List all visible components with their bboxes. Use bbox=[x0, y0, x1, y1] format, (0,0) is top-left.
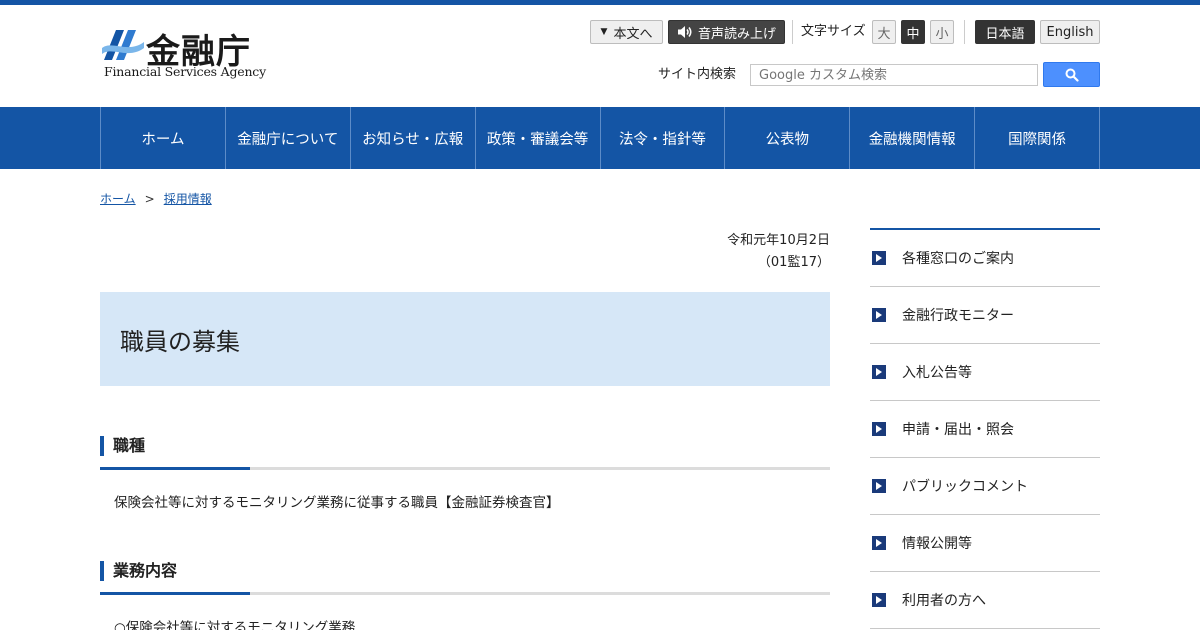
sidebar-item-contact[interactable]: 各種窓口のご案内 bbox=[870, 230, 1100, 287]
nav-item-policy[interactable]: 政策・審議会等 bbox=[476, 107, 601, 169]
search-button[interactable] bbox=[1043, 62, 1100, 87]
font-size-large-button[interactable]: 大 bbox=[872, 20, 896, 44]
section-heading: 業務内容 bbox=[100, 561, 830, 595]
arrow-right-icon bbox=[872, 479, 886, 493]
section-body-text: 保険会社等に対するモニタリング業務に従事する職員【金融証券検査官】 bbox=[114, 495, 560, 511]
sidebar-item-monitor[interactable]: 金融行政モニター bbox=[870, 287, 1100, 344]
nav-item-about[interactable]: 金融庁について bbox=[226, 107, 351, 169]
logo-english-text: Financial Services Agency bbox=[104, 64, 266, 79]
divider bbox=[964, 20, 965, 44]
language-english-button[interactable]: English bbox=[1040, 20, 1100, 44]
arrow-right-icon bbox=[872, 365, 886, 379]
voice-reading-button[interactable]: 音声読み上げ bbox=[668, 20, 785, 44]
divider bbox=[792, 20, 793, 44]
document-number: （01監17） bbox=[757, 255, 830, 270]
sidebar-item-label: 情報公開等 bbox=[902, 536, 972, 552]
sidebar-item-label: 各種窓口のご案内 bbox=[902, 251, 1014, 267]
arrow-right-icon bbox=[872, 308, 886, 322]
sidebar-item-label: 入札公告等 bbox=[902, 365, 972, 381]
skip-to-content-button[interactable]: ▼ 本文へ bbox=[590, 20, 663, 44]
document-date-block: 令和元年10月2日 （01監17） bbox=[727, 230, 830, 274]
breadcrumb-separator: > bbox=[144, 191, 155, 206]
skip-label: 本文へ bbox=[613, 26, 653, 42]
sidebar-item-label: 金融行政モニター bbox=[902, 308, 1014, 324]
section-heading-text: 職種 bbox=[113, 436, 146, 455]
arrow-right-icon bbox=[872, 251, 886, 265]
sidebar-item-label: 申請・届出・照会 bbox=[902, 422, 1014, 438]
sidebar-item-label: パブリックコメント bbox=[902, 479, 1028, 495]
nav-item-home[interactable]: ホーム bbox=[101, 107, 226, 169]
section-heading-text: 業務内容 bbox=[113, 561, 178, 580]
nav-item-news[interactable]: お知らせ・広報 bbox=[351, 107, 476, 169]
search-icon bbox=[1065, 68, 1079, 82]
font-size-label: 文字サイズ bbox=[801, 24, 866, 39]
font-size-medium-button[interactable]: 中 bbox=[901, 20, 925, 44]
language-japanese-button[interactable]: 日本語 bbox=[975, 20, 1035, 44]
sidebar-item-applications[interactable]: 申請・届出・照会 bbox=[870, 401, 1100, 458]
sidebar-item-label: 利用者の方へ bbox=[902, 593, 986, 609]
document-date: 令和元年10月2日 bbox=[727, 233, 830, 248]
page-title: 職員の募集 bbox=[120, 328, 240, 356]
sidebar-item-users[interactable]: 利用者の方へ bbox=[870, 572, 1100, 629]
triangle-down-icon: ▼ bbox=[600, 27, 608, 37]
heading-underline-accent bbox=[100, 467, 250, 470]
top-accent-bar bbox=[0, 0, 1200, 5]
nav-item-institutions[interactable]: 金融機関情報 bbox=[850, 107, 976, 169]
speaker-icon bbox=[677, 26, 692, 38]
nav-item-laws[interactable]: 法令・指針等 bbox=[601, 107, 726, 169]
section-body-text: ○保険会社等に対するモニタリング業務 bbox=[114, 620, 356, 630]
sidebar-item-disclosure[interactable]: 情報公開等 bbox=[870, 515, 1100, 572]
fsa-logo-mark-icon bbox=[102, 30, 144, 60]
arrow-right-icon bbox=[872, 422, 886, 436]
nav-item-international[interactable]: 国際関係 bbox=[975, 107, 1100, 169]
font-size-small-button[interactable]: 小 bbox=[930, 20, 954, 44]
page-title-box: 職員の募集 bbox=[100, 292, 830, 386]
sidebar-item-bids[interactable]: 入札公告等 bbox=[870, 344, 1100, 401]
breadcrumb: ホーム > 採用情報 bbox=[100, 190, 212, 207]
site-search-input[interactable] bbox=[750, 64, 1038, 86]
heading-underline-accent bbox=[100, 592, 250, 595]
heading-bar bbox=[100, 561, 104, 581]
sidebar-item-public-comment[interactable]: パブリックコメント bbox=[870, 458, 1100, 515]
sidebar-navigation: 各種窓口のご案内 金融行政モニター 入札公告等 申請・届出・照会 パブリックコメ… bbox=[870, 228, 1100, 629]
nav-item-publications[interactable]: 公表物 bbox=[725, 107, 851, 169]
global-navigation: ホーム 金融庁について お知らせ・広報 政策・審議会等 法令・指針等 公表物 金… bbox=[0, 107, 1200, 169]
voice-label: 音声読み上げ bbox=[697, 26, 776, 42]
section-heading: 職種 bbox=[100, 436, 830, 470]
breadcrumb-home-link[interactable]: ホーム bbox=[100, 190, 136, 207]
site-search-label: サイト内検索 bbox=[658, 67, 737, 82]
fsa-logo[interactable]: 金融庁 Financial Services Agency bbox=[102, 24, 272, 82]
arrow-right-icon bbox=[872, 536, 886, 550]
breadcrumb-current-link[interactable]: 採用情報 bbox=[164, 190, 212, 207]
heading-bar bbox=[100, 436, 104, 456]
arrow-right-icon bbox=[872, 593, 886, 607]
